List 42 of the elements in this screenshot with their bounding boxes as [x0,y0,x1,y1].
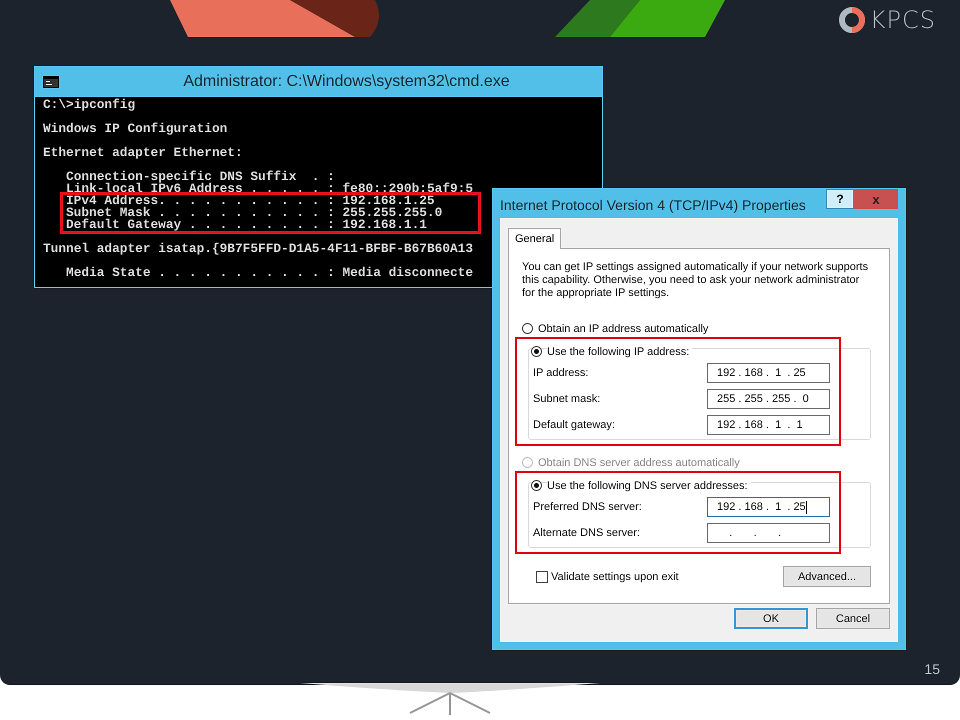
field-label: Preferred DNS server: [533,501,643,513]
field-label: Default gateway: [533,419,616,431]
console-line: Link-local IPv6 Address . . . . . : fe80::290b:5af9:5 [65,183,474,195]
window-title: Administrator: C:\Windows\system32\cmd.exe [182,73,511,91]
radio-button[interactable] [531,346,542,357]
radio-label: Obtain an IP address automatically [538,322,712,334]
console-line: IPv4 Address. . . . . . . . . . . : 192.168.1.25 [66,195,435,207]
console-line: Tunnel adapter isatap.{9B7F5FFD-D1A5-4F11-BFBF-B67B60A13 [43,243,474,255]
tab[interactable]: General [508,228,562,249]
console-line: Connection-specific DNS Suffix . : [65,171,335,183]
input-field[interactable]: . . . [707,523,830,543]
dialog-button[interactable]: OK [734,608,808,629]
advanced-button[interactable]: Advanced... [783,566,871,587]
console-line: Ethernet adapter Ethernet: [43,147,243,159]
checkbox[interactable] [536,570,548,582]
radio-label: Use the following DNS server addresses: [547,480,751,492]
radio-label: Obtain DNS server address automatically [538,456,743,468]
console-line: C:\>ipconfig [43,99,136,111]
radio-button[interactable] [531,480,542,491]
input-field[interactable]: 192 . 168 . 1 . 25 [707,363,830,383]
field-label: IP address: [533,367,590,379]
logo-text: KPCS [870,6,936,34]
dialog-button[interactable]: Cancel [816,608,890,629]
input-field[interactable]: 192 . 168 . 1 . 25 [707,497,830,517]
console-line: Windows IP Configuration [43,123,228,135]
checkbox-label: Validate settings upon exit [551,570,679,582]
console-line: Subnet Mask . . . . . . . . . . . : 255.255.255.0 [66,207,442,219]
console-line: Default Gateway . . . . . . . . . : 192.168.1.1 [66,219,427,231]
radio-button[interactable] [522,323,533,334]
dialog-title: Internet Protocol Version 4 (TCP/IPv4) Properties [500,196,807,213]
field-label: Alternate DNS server: [533,527,641,539]
field-label: Subnet mask: [533,393,602,405]
close-button[interactable]: x [854,189,898,209]
console-icon [43,76,59,88]
help-button[interactable]: ? [826,189,854,209]
console-line: Media State . . . . . . . . . . . : Media disconnecte [65,267,474,279]
input-field[interactable]: 192 . 168 . 1 . 1 [707,415,830,435]
intro-text: You can get IP settings assigned automatically if your network supports this capability. Otherwise, you need to ask your network administrator for the appropriate IP settings. [522,261,870,300]
logo-icon [838,6,866,34]
page-number: 15 [924,661,940,677]
radio-label: Use the following IP address: [547,346,692,358]
input-field[interactable]: 255 . 255 . 255 . 0 [707,389,830,409]
